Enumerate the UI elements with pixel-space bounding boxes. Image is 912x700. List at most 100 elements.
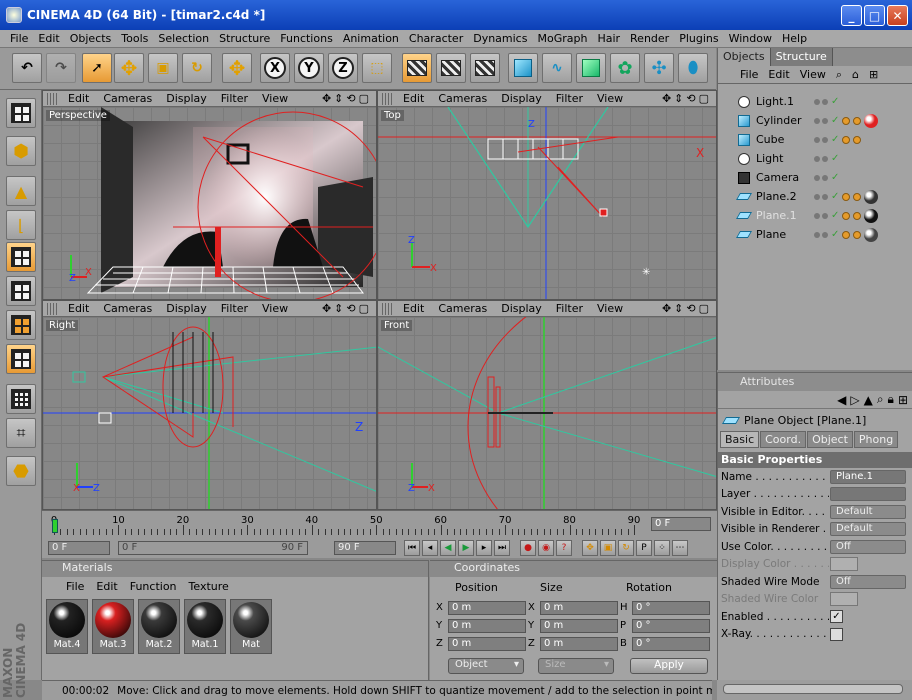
- object-name[interactable]: Plane.2: [756, 190, 814, 203]
- key-scale-button[interactable]: ▣: [600, 540, 616, 556]
- material-thumbnail[interactable]: Mat.2: [138, 599, 180, 654]
- editor-visibility-icon[interactable]: [814, 155, 820, 162]
- object-name[interactable]: Light: [756, 152, 814, 165]
- make-editable-button[interactable]: [6, 98, 36, 128]
- material-tag-icon[interactable]: [864, 227, 879, 242]
- size-field[interactable]: 0 m: [540, 619, 618, 633]
- y-axis-lock-button[interactable]: Y: [294, 53, 324, 83]
- new-view-icon[interactable]: ⊞: [864, 68, 883, 81]
- point-mode-button[interactable]: [6, 276, 36, 306]
- back-arrow-icon[interactable]: ◀: [837, 393, 846, 407]
- next-key-button[interactable]: ▸: [476, 540, 492, 556]
- vp-menu-view[interactable]: View: [255, 302, 295, 315]
- texture-tag-icon[interactable]: [842, 116, 851, 125]
- tab-phong[interactable]: Phong: [853, 431, 899, 448]
- render-visibility-icon[interactable]: [822, 98, 828, 105]
- edge-mode-button[interactable]: [6, 310, 36, 340]
- obj-menu-file[interactable]: File: [718, 68, 763, 81]
- viewport-nav-icons[interactable]: ✥⇕⟲▢: [322, 302, 372, 315]
- texture-tag-icon[interactable]: [842, 230, 851, 239]
- coordinate-system-button[interactable]: ⬚: [362, 53, 392, 83]
- vp-menu-cameras[interactable]: Cameras: [96, 302, 159, 315]
- enabled-check-icon[interactable]: ✓: [831, 134, 839, 145]
- object-name[interactable]: Cube: [756, 133, 814, 146]
- material-thumbnail[interactable]: Mat.1: [184, 599, 226, 654]
- render-visibility-icon[interactable]: [822, 212, 828, 219]
- tab-objects[interactable]: Objects: [718, 48, 771, 66]
- viewport-top[interactable]: Edit Cameras Display Filter View ✥⇕⟲▢ To…: [377, 90, 717, 300]
- end-frame-field[interactable]: 90 F: [334, 541, 396, 555]
- object-row[interactable]: Cylinder ✓: [724, 111, 910, 130]
- coordinate-mode-dropdown[interactable]: Object ▾: [448, 658, 524, 674]
- viewport-nav-icons[interactable]: ✥⇕⟲▢: [662, 92, 712, 105]
- material-tag-icon[interactable]: [864, 113, 879, 128]
- property-value[interactable]: Plane.1: [830, 469, 906, 484]
- texture-tag-icon[interactable]: [853, 230, 862, 239]
- property-dropdown[interactable]: Off: [830, 574, 906, 589]
- mat-menu-function[interactable]: Function: [124, 580, 183, 593]
- live-selection-button[interactable]: ➚: [82, 53, 112, 83]
- viewport-perspective[interactable]: Edit Cameras Display Filter View ✥⇕⟲▢ Pe…: [42, 90, 377, 300]
- menu-render[interactable]: Render: [625, 32, 674, 45]
- add-nurbs-button[interactable]: [576, 53, 606, 83]
- render-settings-button[interactable]: [470, 53, 500, 83]
- minimize-button[interactable]: _: [841, 5, 862, 26]
- search-icon[interactable]: ⌕: [877, 392, 884, 407]
- position-field[interactable]: 0 m: [448, 637, 526, 651]
- goto-end-button[interactable]: ⏭: [494, 540, 510, 556]
- viewport-nav-icons[interactable]: ✥⇕⟲▢: [322, 92, 372, 105]
- play-forward-button[interactable]: ▶: [458, 540, 474, 556]
- search-icon[interactable]: ⌕: [831, 68, 847, 82]
- texture-tag-icon[interactable]: [853, 192, 862, 201]
- menu-plugins[interactable]: Plugins: [674, 32, 723, 45]
- editor-visibility-icon[interactable]: [814, 136, 820, 143]
- vp-menu-edit[interactable]: Edit: [396, 302, 431, 315]
- key-points-button[interactable]: ⁘: [654, 540, 670, 556]
- prev-key-button[interactable]: ◂: [422, 540, 438, 556]
- menu-character[interactable]: Character: [404, 32, 468, 45]
- enabled-check-icon[interactable]: ✓: [831, 96, 839, 107]
- property-checkbox[interactable]: [830, 627, 843, 641]
- polygon-mode-button[interactable]: [6, 344, 36, 374]
- vp-menu-cameras[interactable]: Cameras: [96, 92, 159, 105]
- menu-objects[interactable]: Objects: [65, 32, 117, 45]
- texture-tag-icon[interactable]: [842, 211, 851, 220]
- vp-menu-edit[interactable]: Edit: [61, 302, 96, 315]
- texture-tag-icon[interactable]: [842, 135, 851, 144]
- vp-menu-filter[interactable]: Filter: [214, 92, 255, 105]
- property-dropdown[interactable]: Off: [830, 539, 906, 554]
- editor-visibility-icon[interactable]: [814, 231, 820, 238]
- render-picture-viewer-button[interactable]: [436, 53, 466, 83]
- vp-menu-edit[interactable]: Edit: [396, 92, 431, 105]
- render-visibility-icon[interactable]: [822, 155, 828, 162]
- paint-button[interactable]: ⬣: [6, 456, 36, 486]
- keyframe-help-button[interactable]: ?: [556, 540, 572, 556]
- object-name[interactable]: Plane.1: [756, 209, 814, 222]
- object-row[interactable]: Cube ✓: [724, 130, 910, 149]
- render-visibility-icon[interactable]: [822, 193, 828, 200]
- z-axis-lock-button[interactable]: Z: [328, 53, 358, 83]
- object-row[interactable]: Plane.1 ✓: [724, 206, 910, 225]
- property-value[interactable]: [830, 487, 906, 502]
- lock-icon[interactable]: 🔒︎: [888, 392, 894, 407]
- menu-functions[interactable]: Functions: [275, 32, 338, 45]
- size-field[interactable]: 0 m: [540, 601, 618, 615]
- vp-menu-display[interactable]: Display: [159, 302, 214, 315]
- viewport-front[interactable]: Edit Cameras Display Filter View ✥⇕⟲▢ Fr…: [377, 300, 717, 510]
- editor-visibility-icon[interactable]: [814, 98, 820, 105]
- goto-start-button[interactable]: ⏮: [404, 540, 420, 556]
- menu-edit[interactable]: Edit: [33, 32, 64, 45]
- enabled-check-icon[interactable]: ✓: [831, 115, 839, 126]
- mat-menu-edit[interactable]: Edit: [90, 580, 123, 593]
- menu-dynamics[interactable]: Dynamics: [468, 32, 532, 45]
- texture-tag-icon[interactable]: [842, 192, 851, 201]
- position-field[interactable]: 0 m: [448, 619, 526, 633]
- axis-mode-button[interactable]: ▲: [6, 176, 36, 206]
- enabled-check-icon[interactable]: ✓: [831, 229, 839, 240]
- menu-structure[interactable]: Structure: [214, 32, 275, 45]
- add-cube-button[interactable]: [508, 53, 538, 83]
- vp-menu-edit[interactable]: Edit: [61, 92, 96, 105]
- axis-tool-button[interactable]: ✥: [222, 53, 252, 83]
- rotation-field[interactable]: 0 °: [632, 619, 710, 633]
- obj-menu-view[interactable]: View: [795, 68, 831, 81]
